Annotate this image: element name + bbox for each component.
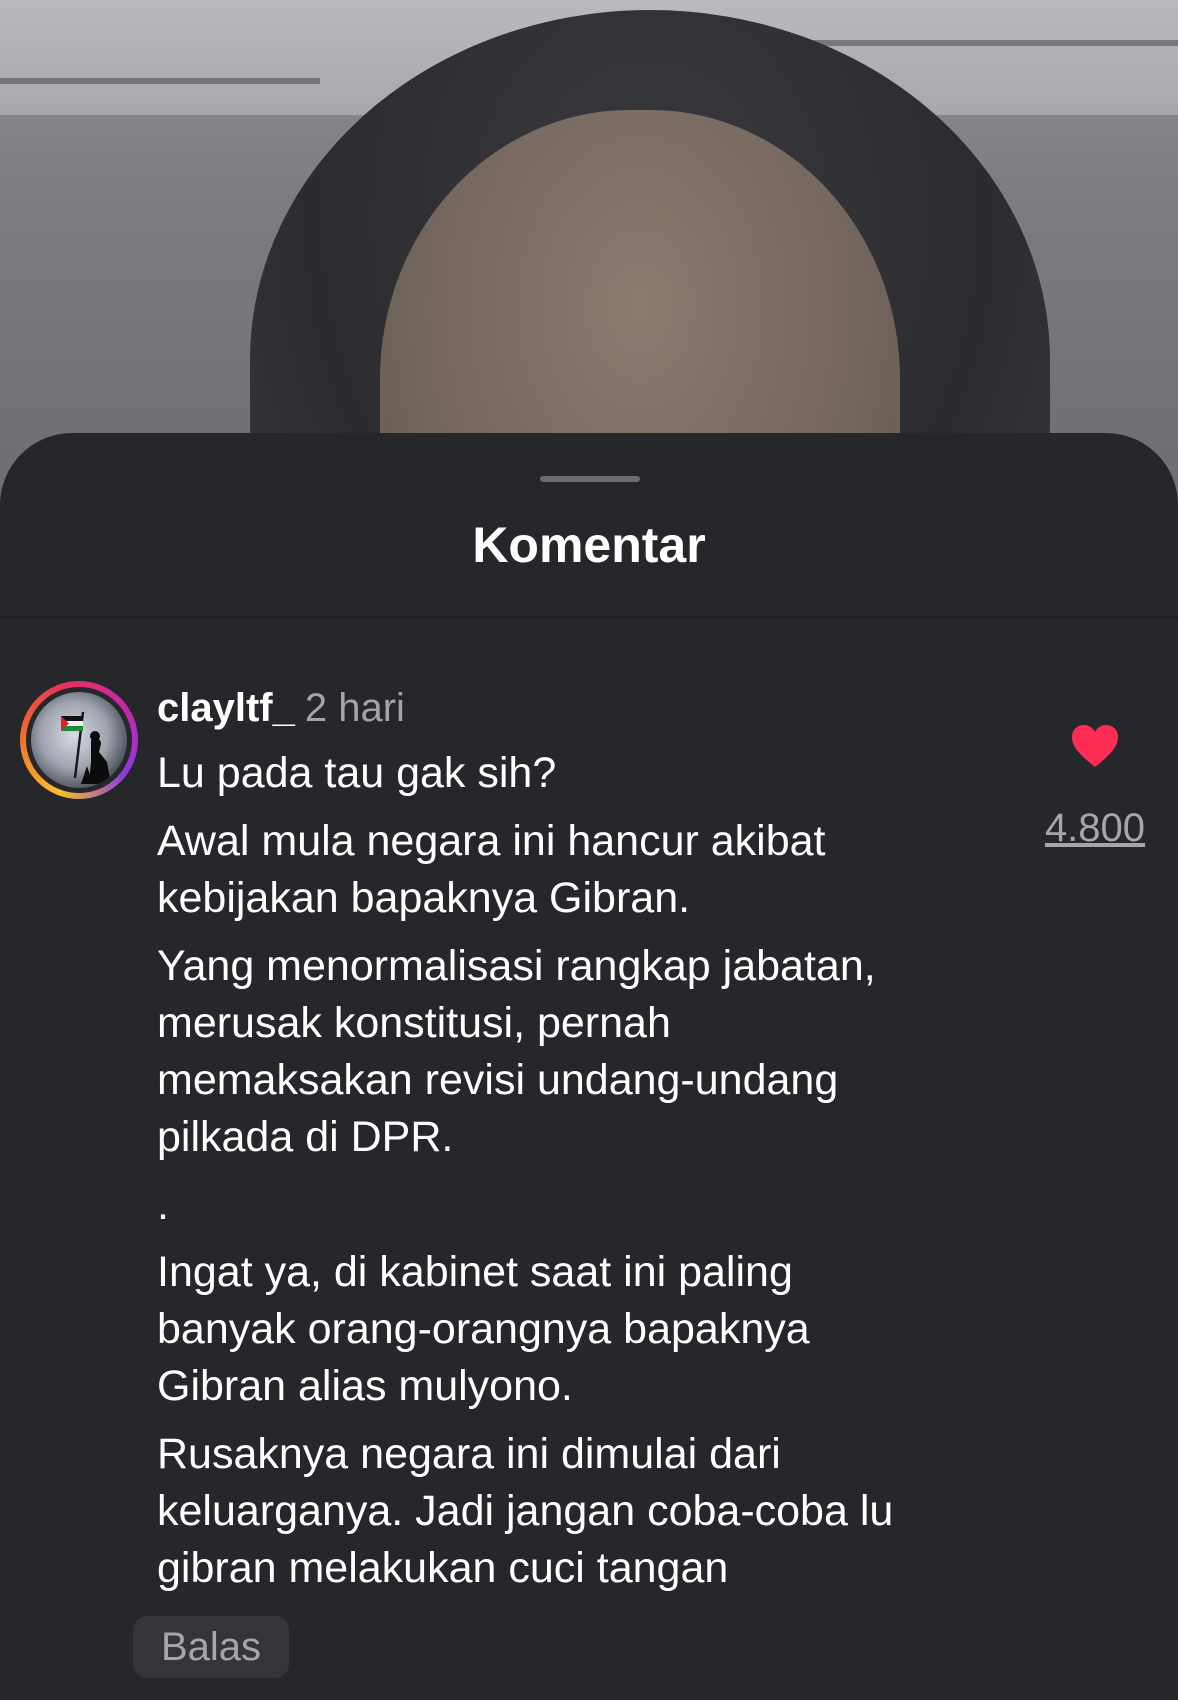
comment-line: . [157,1181,169,1229]
avatar[interactable] [20,681,138,799]
like-count[interactable]: 4.800 [1030,803,1160,853]
comment-line: gibran melakukan cuci tangan [157,1544,729,1592]
sheet-title: Komentar [472,517,706,573]
comment-line: pilkada di DPR. [157,1113,454,1161]
comment-text: Lu pada tau gak sih? Awal mula negara ini… [157,745,997,1608]
header-divider [0,616,1178,618]
flag-silhouette-icon [61,711,111,784]
comment-paragraph: Yang menormalisasi rangkap jabatan, merus… [157,938,997,1166]
heart-icon[interactable] [1070,723,1120,769]
avatar-ring-gap [26,687,132,793]
comment-paragraph: Rusaknya negara ini dimulai dari keluarga… [157,1426,997,1597]
comment-paragraph: Awal mula negara ini hancur akibat kebija… [157,813,997,927]
comment-line: memaksakan revisi undang-undang [157,1056,839,1104]
comment-line: Yang menormalisasi rangkap jabatan, [157,942,876,990]
comment-line: Rusaknya negara ini dimulai dari [157,1430,781,1478]
comment-line: banyak orang-orangnya bapaknya [157,1305,810,1353]
comment-line: Lu pada tau gak sih? [157,749,557,797]
sheet-grabber[interactable] [540,476,640,482]
comment-line: kebijakan bapaknya Gibran. [157,874,691,922]
comment-time: 2 hari [304,686,405,730]
comment-line: keluarganya. Jadi jangan coba-coba lu [157,1487,894,1535]
comments-sheet: Komentar clayltf_ 2 hari Lu pada tau gak… [0,433,1178,1700]
comment-meta: clayltf_ 2 hari [157,683,405,733]
reply-button[interactable]: Balas [133,1616,289,1678]
comment-line: Gibran alias mulyono. [157,1362,573,1410]
comment-line: Ingat ya, di kabinet saat ini paling [157,1248,793,1296]
comment-username[interactable]: clayltf_ [157,686,295,730]
comments-screen: Komentar clayltf_ 2 hari Lu pada tau gak… [0,0,1178,1700]
comment-line: Awal mula negara ini hancur akibat [157,817,826,865]
avatar-image [31,692,127,788]
ceiling-light-strip [0,78,320,84]
comment-paragraph: . [157,1177,997,1234]
comment-paragraph: Ingat ya, di kabinet saat ini paling bany… [157,1244,997,1415]
ceiling-light-strip [800,40,1178,46]
comment-paragraph: Lu pada tau gak sih? [157,745,997,802]
comment-line: merusak konstitusi, pernah [157,999,671,1047]
